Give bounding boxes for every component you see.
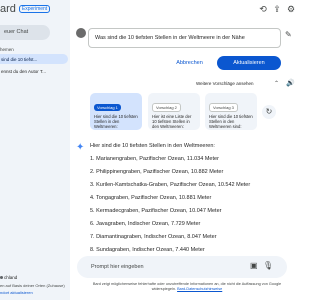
- location-dot-icon: [0, 276, 3, 279]
- list-item: 2. Philippinengraben, Pazifischer Ozean,…: [90, 169, 224, 175]
- list-item: 1. Marianengraben, Pazifischer Ozean, 11…: [90, 156, 219, 162]
- draft-card-3[interactable]: Vorschlag 3 Hier sind die 10 tiefsten St…: [205, 93, 257, 130]
- draft-text: Hier ist eine Liste der 10 tiefsten Stel…: [152, 114, 192, 129]
- app-title: ard Experiment: [0, 3, 51, 15]
- draft-text: Hier sind die 10 tiefsten Stellen in den…: [94, 114, 138, 129]
- history-icon[interactable]: ⟲: [258, 4, 268, 14]
- draft-card-1[interactable]: Vorschlag 1 Hier sind die 10 tiefsten St…: [90, 93, 142, 130]
- draft-card-2[interactable]: Vorschlag 2 Hier ist eine Liste der 10 t…: [148, 93, 200, 130]
- cancel-button[interactable]: Abbrechen: [167, 56, 212, 70]
- recent-chat-item[interactable]: sind die 10 tiefst...: [0, 54, 68, 64]
- experiment-badge: Experiment: [18, 5, 51, 13]
- draft-tag: Vorschlag 2: [152, 103, 181, 112]
- new-chat-button[interactable]: euer Chat: [0, 25, 50, 40]
- prompt-input[interactable]: Prompt hier eingeben: [91, 264, 144, 270]
- microphone-icon[interactable]: 🎙: [263, 261, 273, 270]
- list-item: 3. Kurilen-Kamtschatka-Graben, Pazifisch…: [90, 182, 251, 188]
- recent-label: hemen: [0, 47, 14, 52]
- draft-tag: Vorschlag 3: [209, 103, 238, 112]
- app-title-text: ard: [0, 3, 16, 15]
- list-item: 4. Tongagraben, Pazifischer Ozean, 10.88…: [90, 195, 212, 201]
- recent-chat-item[interactable]: ennst du den Autor T...: [0, 66, 68, 76]
- location-description: en auf Basis deiner Orten (Zuhause): [0, 283, 65, 288]
- draft-text: Hier sind die 10 tiefsten Stellen in den…: [209, 114, 253, 129]
- edit-pencil-icon[interactable]: ✎: [285, 30, 292, 39]
- regenerate-drafts-icon[interactable]: ↻: [262, 105, 276, 119]
- list-item: 7. Diamantinagraben, Indischer Ozean, 8.…: [90, 234, 217, 240]
- chevron-up-icon[interactable]: ⌃: [274, 80, 279, 87]
- list-item: 5. Kermadecgraben, Pazifischer Ozean, 10…: [90, 208, 222, 214]
- share-icon[interactable]: ⇪: [272, 4, 282, 14]
- privacy-link[interactable]: Bard-Datenschutzhinweise: [177, 287, 222, 291]
- answer-intro: Hier sind die 10 tiefsten Stellen in den…: [90, 143, 215, 149]
- update-location-link[interactable]: ndort aktualisieren: [0, 290, 33, 295]
- list-item: 8. Sundagraben, Indischer Ozean, 7.440 M…: [90, 247, 205, 253]
- user-avatar: [76, 28, 86, 38]
- disclaimer: Bard zeigt möglicherweise fehlerhafte od…: [88, 282, 286, 292]
- sidebar: ard Experiment euer Chat hemen sind die 1…: [0, 0, 70, 300]
- view-other-drafts-toggle[interactable]: Weitere Vorschläge ansehen: [196, 81, 253, 86]
- image-upload-icon[interactable]: ▣: [250, 261, 258, 270]
- location-title: chland: [4, 275, 18, 280]
- list-item: 6. Javagraben, Indischer Ozean, 7.729 Me…: [90, 221, 201, 227]
- prompt-edit-field[interactable]: Was sind die 10 tiefsten Stellen in der …: [88, 28, 281, 48]
- update-button[interactable]: Aktualisieren: [217, 56, 281, 70]
- bard-sparkle-icon: ✦: [76, 142, 85, 153]
- speaker-icon[interactable]: 🔊: [286, 79, 295, 87]
- draft-tag: Vorschlag 1: [94, 104, 121, 111]
- gear-icon[interactable]: ⚙: [286, 4, 296, 14]
